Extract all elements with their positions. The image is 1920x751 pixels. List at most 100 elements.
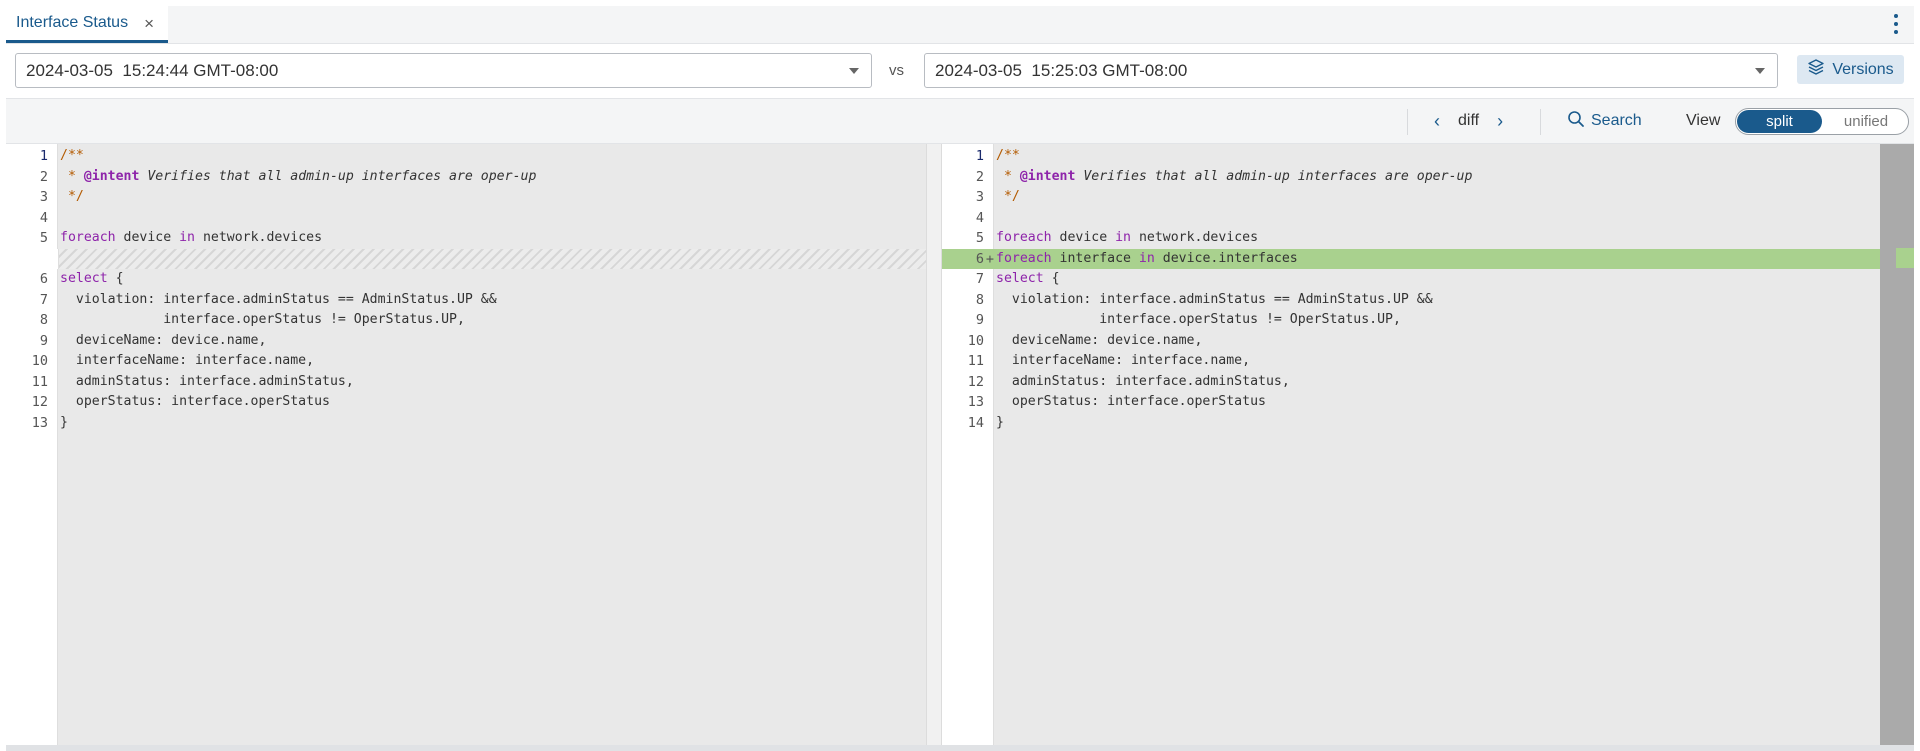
tab-bar: Interface Status × <box>6 6 1914 44</box>
code-text: } <box>58 413 68 434</box>
search-icon <box>1567 110 1585 133</box>
right-version-select[interactable]: 2024-03-05 15:25:03 GMT-08:00 <box>924 53 1778 88</box>
code-text: select { <box>58 269 124 290</box>
view-mode-toggle: split unified <box>1735 108 1909 135</box>
line-number: 3 <box>975 189 984 205</box>
code-token: network.devices <box>1131 230 1259 245</box>
right-code-pane[interactable]: 1 /** 2 * @intent Verifies that all admin-… <box>942 144 1880 745</box>
line-number: 4 <box>39 209 48 226</box>
code-line: 13 operStatus: interface.operStatus <box>942 392 1880 413</box>
horizontal-scrollbar[interactable] <box>6 745 1914 751</box>
view-option-split[interactable]: split <box>1737 110 1822 133</box>
tab-label: Interface Status <box>16 14 129 31</box>
code-token: adminStatus: interface.adminStatus, <box>60 373 354 389</box>
code-line: 7 select { <box>942 269 1880 290</box>
code-text: */ <box>58 187 84 208</box>
code-line: 1 /** <box>942 146 1880 167</box>
code-text: adminStatus: interface.adminStatus, <box>58 372 354 393</box>
chevron-right-icon[interactable]: › <box>1497 111 1503 132</box>
search-label: Search <box>1591 112 1642 129</box>
line-number: 7 <box>975 271 984 287</box>
code-line: 13} <box>6 413 926 434</box>
code-token: device <box>1051 230 1116 245</box>
code-text: violation: interface.adminStatus == Admi… <box>994 290 1433 311</box>
code-line: 12 adminStatus: interface.adminStatus, <box>942 372 1880 393</box>
code-line: 5 foreach device in network.devices <box>942 228 1880 249</box>
code-token: foreach <box>60 230 116 245</box>
code-line: 3 */ <box>942 187 1880 208</box>
code-line: 2 * @intent Verifies that all admin-up i… <box>6 167 926 188</box>
code-token: in <box>1115 230 1131 245</box>
code-text: interface.operStatus != OperStatus.UP, <box>994 310 1401 331</box>
vs-label: vs <box>889 62 904 79</box>
code-token: /** <box>996 148 1020 163</box>
code-line: 8 interface.operStatus != OperStatus.UP, <box>6 310 926 331</box>
code-line: 3 */ <box>6 187 926 208</box>
left-version-value: 2024-03-05 15:24:44 GMT-08:00 <box>26 60 279 80</box>
code-text: interfaceName: interface.name, <box>994 351 1250 372</box>
code-token: Verifies that all admin-up interfaces ar… <box>139 168 537 184</box>
code-token: interfaceName: interface.name, <box>60 353 315 368</box>
code-token: interfaceName: interface.name, <box>996 353 1251 368</box>
code-line: 4 <box>6 208 926 229</box>
code-text: operStatus: interface.operStatus <box>994 392 1266 413</box>
code-text: interface.operStatus != OperStatus.UP, <box>58 310 465 331</box>
right-version-value: 2024-03-05 15:25:03 GMT-08:00 <box>935 60 1188 80</box>
code-token: interface.operStatus != OperStatus.UP, <box>996 312 1401 327</box>
chevron-left-icon[interactable]: ‹ <box>1434 111 1440 132</box>
line-number: 4 <box>975 209 984 226</box>
line-number: 2 <box>39 168 48 185</box>
code-token: @intent <box>83 168 140 184</box>
code-token: in <box>1138 250 1155 266</box>
code-token: * <box>60 168 84 184</box>
code-token: { <box>107 271 124 286</box>
toolbar-divider <box>1407 109 1408 135</box>
view-option-unified[interactable]: unified <box>1824 110 1908 133</box>
search-button[interactable]: Search <box>1567 99 1642 143</box>
code-line: 12 operStatus: interface.operStatus <box>6 392 926 413</box>
line-number: 5 <box>39 230 48 246</box>
pane-divider[interactable] <box>926 144 942 745</box>
code-token: * <box>996 168 1020 184</box>
code-text: */ <box>994 187 1020 208</box>
diff-toolbar: ‹ diff › Search View split unified <box>6 98 1914 144</box>
code-text: } <box>994 413 1004 434</box>
code-token: interface.operStatus != OperStatus.UP, <box>60 312 465 327</box>
line-number: 13 <box>31 414 48 431</box>
line-number: 12 <box>967 373 984 390</box>
diff-minimap[interactable] <box>1880 144 1914 745</box>
left-code-pane[interactable]: 1 /** 2 * @intent Verifies that all admin-… <box>6 144 926 745</box>
code-line: 14} <box>942 413 1880 434</box>
layers-icon <box>1807 58 1825 81</box>
code-token: deviceName: device.name, <box>60 332 267 348</box>
tab-interface-status[interactable]: Interface Status × <box>6 6 168 43</box>
kebab-menu-icon[interactable] <box>1892 14 1900 34</box>
line-number: 11 <box>967 353 984 369</box>
code-line: 7 violation: interface.adminStatus == Ad… <box>6 290 926 311</box>
line-number: 11 <box>31 373 48 390</box>
code-text: interfaceName: interface.name, <box>58 351 314 372</box>
code-text: deviceName: device.name, <box>994 331 1203 352</box>
code-token: in <box>179 230 195 245</box>
diff-navigation: ‹ diff › <box>1434 99 1503 143</box>
code-line: 9 interface.operStatus != OperStatus.UP, <box>942 310 1880 331</box>
code-text: * @intent Verifies that all admin-up int… <box>58 167 536 188</box>
code-token: violation: interface.adminStatus == Admi… <box>60 291 497 307</box>
versions-button[interactable]: Versions <box>1797 55 1904 84</box>
line-number: 9 <box>975 312 984 328</box>
code-token: operStatus: interface.operStatus <box>996 394 1266 409</box>
code-token: */ <box>996 189 1020 204</box>
diff-viewer: Interface Status × 2024-03-05 15:24:44 G… <box>0 0 1920 751</box>
close-icon[interactable]: × <box>144 15 154 32</box>
code-line: 10 interfaceName: interface.name, <box>6 351 926 372</box>
code-token: device.interfaces <box>1154 250 1298 266</box>
left-version-select[interactable]: 2024-03-05 15:24:44 GMT-08:00 <box>15 53 872 88</box>
chevron-down-icon <box>849 68 859 74</box>
line-number: 3 <box>39 189 48 205</box>
code-token: foreach <box>996 230 1052 245</box>
code-token: violation: interface.adminStatus == Admi… <box>996 291 1433 307</box>
toolbar-divider <box>1540 109 1541 135</box>
line-number: 12 <box>31 394 48 410</box>
line-number: 1 <box>975 148 984 164</box>
view-label: View <box>1686 112 1721 129</box>
